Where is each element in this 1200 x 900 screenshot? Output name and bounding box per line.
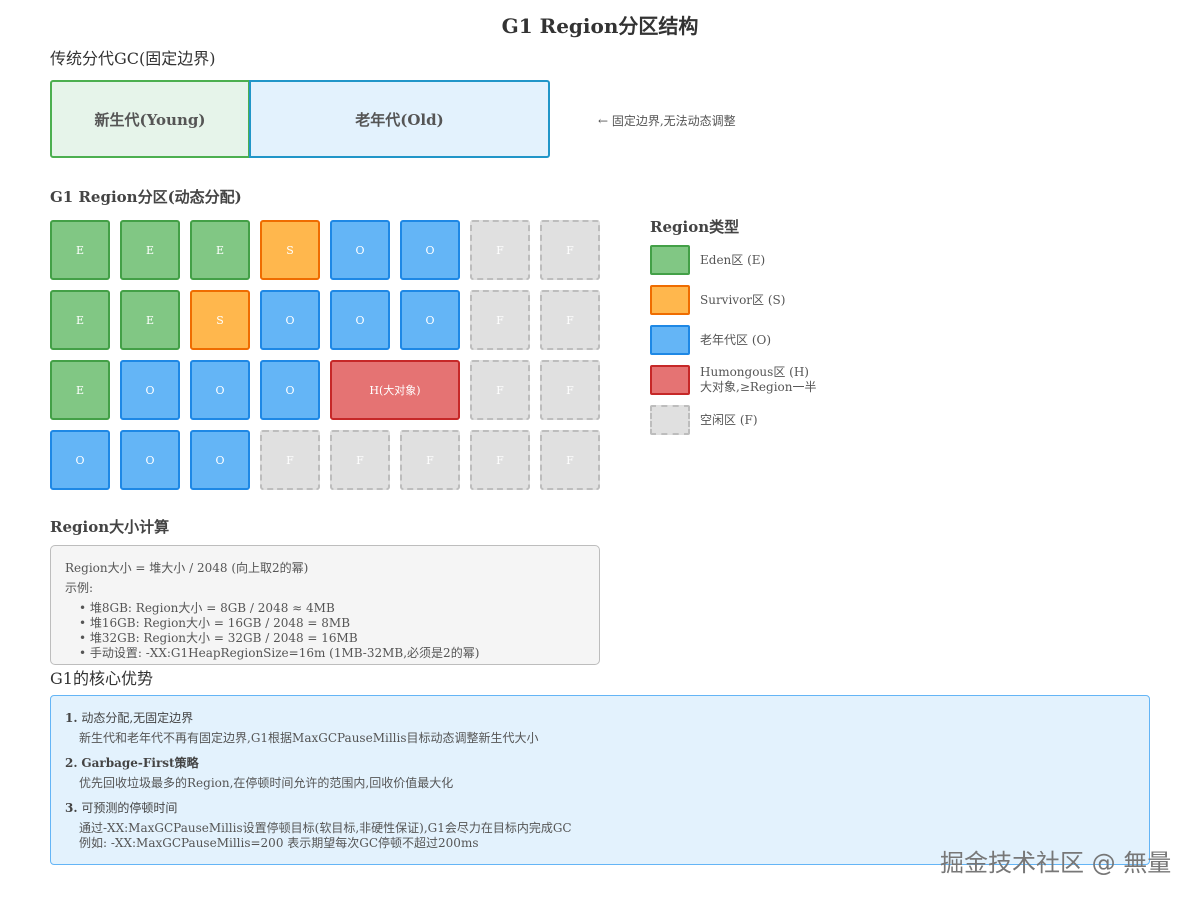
legend-swatch-old: [650, 325, 690, 355]
region-cell-free: F: [470, 360, 530, 420]
region-cell-old: O: [120, 430, 180, 490]
watermark: 掘金技术社区 @ 無量: [940, 849, 1172, 877]
region-cell-old: O: [120, 360, 180, 420]
legend-label-eden: Eden区 (E): [700, 253, 765, 268]
legend-swatch-survivor: [650, 285, 690, 315]
advantages-box: 1. 动态分配,无固定边界 新生代和老年代不再有固定边界,G1根据MaxGCPa…: [50, 695, 1150, 865]
region-cell-free: F: [540, 220, 600, 280]
region-cell-free: F: [470, 430, 530, 490]
region-cell-free: F: [330, 430, 390, 490]
advantages-heading: G1的核心优势: [50, 669, 153, 688]
advantage-number: 1.: [65, 711, 78, 725]
region-cell-eden: E: [120, 220, 180, 280]
region-cell-eden: E: [120, 290, 180, 350]
calc-example-label: 示例:: [65, 581, 94, 595]
advantage-title-text: Garbage-First策略: [81, 756, 199, 770]
region-cell-free: F: [540, 430, 600, 490]
young-generation-box: 新生代(Young): [50, 80, 250, 158]
region-cell-old: O: [50, 430, 110, 490]
advantage-desc: 例如: -XX:MaxGCPauseMillis=200 表示期望每次GC停顿不…: [79, 836, 479, 850]
region-cell-free: F: [540, 290, 600, 350]
region-cell-humongous: H(大对象): [330, 360, 460, 420]
calc-box: Region大小 = 堆大小 / 2048 (向上取2的幂) 示例: • 堆8G…: [50, 545, 600, 665]
legend-label-line: 空闲区 (F): [700, 413, 758, 427]
advantage-title: 1. 动态分配,无固定边界: [65, 709, 193, 726]
legend-label-old: 老年代区 (O): [700, 333, 771, 348]
calc-formula: Region大小 = 堆大小 / 2048 (向上取2的幂): [65, 561, 309, 575]
region-cell-old: O: [330, 220, 390, 280]
legend: Eden区 (E) Survivor区 (S) 老年代区 (O) Humongous区…: [650, 245, 950, 455]
region-cell-old: O: [190, 360, 250, 420]
calc-example: • 手动设置: -XX:G1HeapRegionSize=16m (1MB-32…: [79, 646, 480, 660]
legend-swatch-free: [650, 405, 690, 435]
region-cell-free: F: [540, 360, 600, 420]
legend-label-line: Eden区 (E): [700, 253, 766, 267]
advantage-number: 3.: [65, 801, 78, 815]
fixed-boundary-note: ← 固定边界,无法动态调整: [598, 114, 736, 128]
legend-label-line: Survivor区 (S): [700, 293, 786, 307]
region-cell-old: O: [400, 220, 460, 280]
region-cell-old: O: [260, 360, 320, 420]
region-cell-survivor: S: [260, 220, 320, 280]
region-cell-old: O: [330, 290, 390, 350]
legend-swatch-humongous: [650, 365, 690, 395]
region-cell-free: F: [470, 220, 530, 280]
advantage-title: 3. 可预测的停顿时间: [65, 799, 177, 816]
advantage-desc: 新生代和老年代不再有固定边界,G1根据MaxGCPauseMillis目标动态调…: [79, 731, 539, 745]
page-title: G1 Region分区结构: [501, 14, 699, 38]
region-cell-eden: E: [50, 220, 110, 280]
region-cell-free: F: [400, 430, 460, 490]
region-grid: E E E S O O F F E E S O O O F F E O O O H(大对象) F F O O O F F F F F: [50, 220, 602, 492]
traditional-gc-heading: 传统分代GC(固定边界): [50, 49, 216, 68]
legend-label-humongous: Humongous区 (H) 大对象,≥Region一半: [700, 365, 816, 395]
legend-label-survivor: Survivor区 (S): [700, 293, 785, 308]
legend-label-line: 老年代区 (O): [700, 333, 772, 347]
old-generation-label: 老年代(Old): [355, 110, 444, 129]
region-cell-eden: E: [50, 360, 110, 420]
region-cell-old: O: [190, 430, 250, 490]
legend-swatch-eden: [650, 245, 690, 275]
region-cell-free: F: [470, 290, 530, 350]
old-generation-box: 老年代(Old): [249, 80, 550, 158]
legend-title: Region类型: [650, 218, 740, 236]
young-generation-label: 新生代(Young): [94, 110, 206, 129]
legend-label-line: 大对象,≥Region一半: [700, 380, 817, 394]
region-cell-survivor: S: [190, 290, 250, 350]
region-cell-eden: E: [50, 290, 110, 350]
region-cell-old: O: [400, 290, 460, 350]
g1-region-heading: G1 Region分区(动态分配): [50, 188, 242, 206]
advantage-title-text: 动态分配,无固定边界: [81, 711, 194, 725]
calc-heading: Region大小计算: [50, 518, 170, 536]
advantage-desc: 优先回收垃圾最多的Region,在停顿时间允许的范围内,回收价值最大化: [79, 776, 454, 790]
advantage-title: 2. Garbage-First策略: [65, 754, 199, 771]
region-cell-old: O: [260, 290, 320, 350]
advantage-title-text: 可预测的停顿时间: [81, 801, 178, 815]
legend-label-free: 空闲区 (F): [700, 413, 758, 428]
advantage-number: 2.: [65, 756, 78, 770]
legend-label-line: Humongous区 (H): [700, 365, 809, 379]
region-cell-free: F: [260, 430, 320, 490]
region-cell-eden: E: [190, 220, 250, 280]
